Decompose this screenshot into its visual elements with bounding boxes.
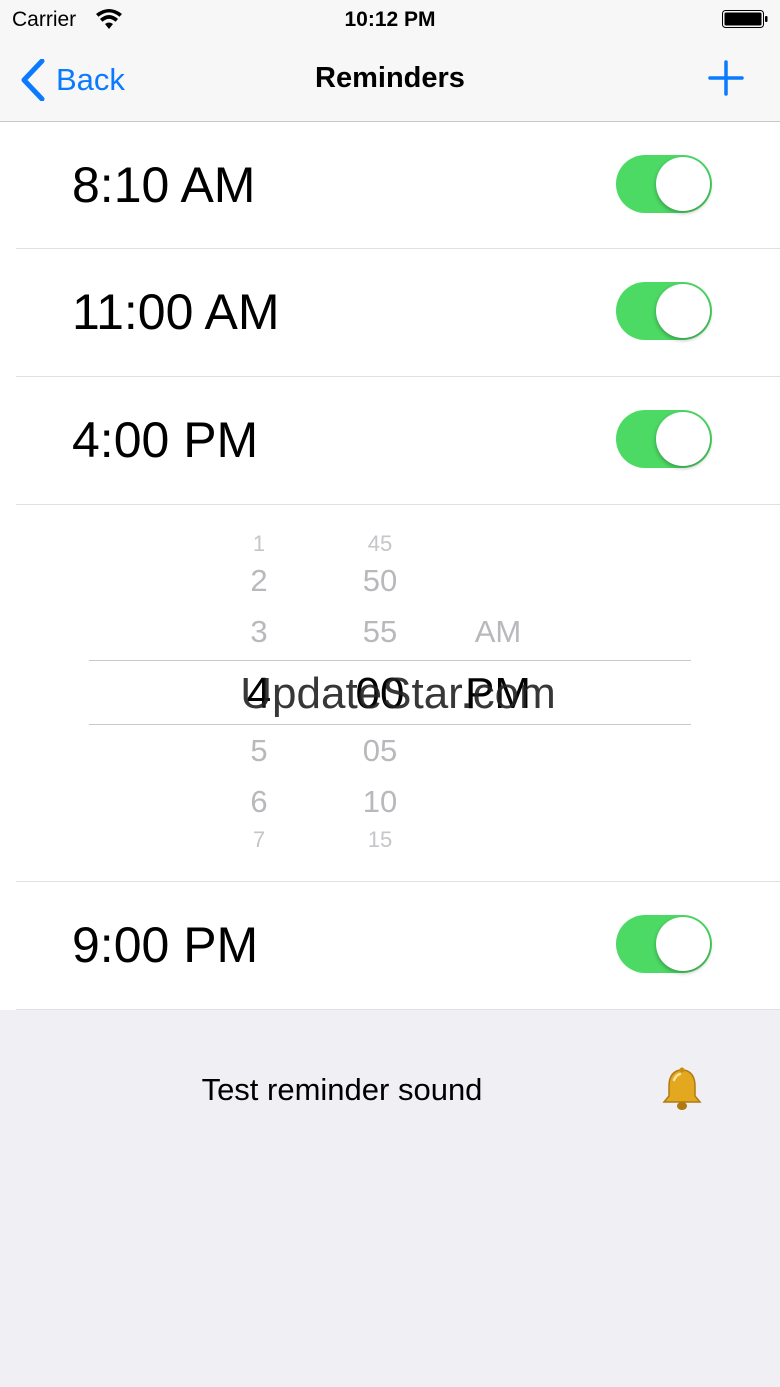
reminder-time: 9:00 PM: [72, 917, 259, 973]
picker-hour-value: 6: [250, 784, 268, 819]
reminder-toggle[interactable]: [616, 410, 712, 468]
picker-divider: [89, 724, 691, 725]
reminder-time: 8:10 AM: [72, 157, 256, 213]
picker-minute-value: 05: [362, 733, 398, 768]
toggle-knob: [656, 284, 710, 338]
watermark: UpdateStar.com: [240, 669, 556, 718]
picker-period-value: AM: [474, 614, 522, 649]
reminder-row[interactable]: 8:10 AM: [16, 122, 780, 249]
reminder-toggle[interactable]: [616, 155, 712, 213]
reminder-time: 4:00 PM: [72, 412, 259, 468]
reminder-row[interactable]: 11:00 AM: [16, 249, 780, 377]
status-time: 10:12 PM: [344, 8, 436, 31]
reminder-toggle[interactable]: [616, 915, 712, 973]
picker-minute-value: 15: [367, 827, 393, 852]
reminder-row[interactable]: 9:00 PM: [16, 882, 780, 1010]
reminder-time: 11:00 AM: [72, 284, 280, 340]
picker-hour-value: 1: [252, 531, 266, 556]
picker-minute-value: 55: [362, 614, 398, 649]
battery-icon: [722, 10, 768, 28]
toggle-knob: [656, 412, 710, 466]
picker-minute-value: 45: [367, 531, 393, 556]
toggle-knob: [656, 157, 710, 211]
navigation-bar: Back Reminders: [0, 40, 780, 122]
bell-icon[interactable]: [658, 1066, 706, 1114]
picker-hour-value: 3: [250, 614, 268, 649]
picker-minute-value: 10: [362, 784, 398, 819]
reminder-list: 8:10 AM 11:00 AM 4:00 PM 1 2 3 4 5 6 7 4…: [0, 122, 780, 1010]
page-title: Reminders: [315, 62, 465, 94]
picker-hour-value: 5: [250, 733, 268, 768]
time-picker[interactable]: 1 2 3 4 5 6 7 45 50 55 00 05 10 15 AM PM…: [16, 505, 780, 882]
picker-hour-value: 7: [252, 827, 266, 852]
test-sound-button[interactable]: Test reminder sound: [0, 1072, 684, 1108]
plus-icon[interactable]: [708, 60, 744, 96]
reminder-row[interactable]: 4:00 PM: [16, 377, 780, 505]
picker-hour-value: 2: [250, 563, 268, 598]
reminder-toggle[interactable]: [616, 282, 712, 340]
picker-minute-value: 50: [362, 563, 398, 598]
status-bar: Carrier 10:12 PM: [0, 0, 780, 40]
picker-divider: [89, 660, 691, 661]
toggle-knob: [656, 917, 710, 971]
test-sound-row[interactable]: Test reminder sound: [0, 1060, 780, 1124]
